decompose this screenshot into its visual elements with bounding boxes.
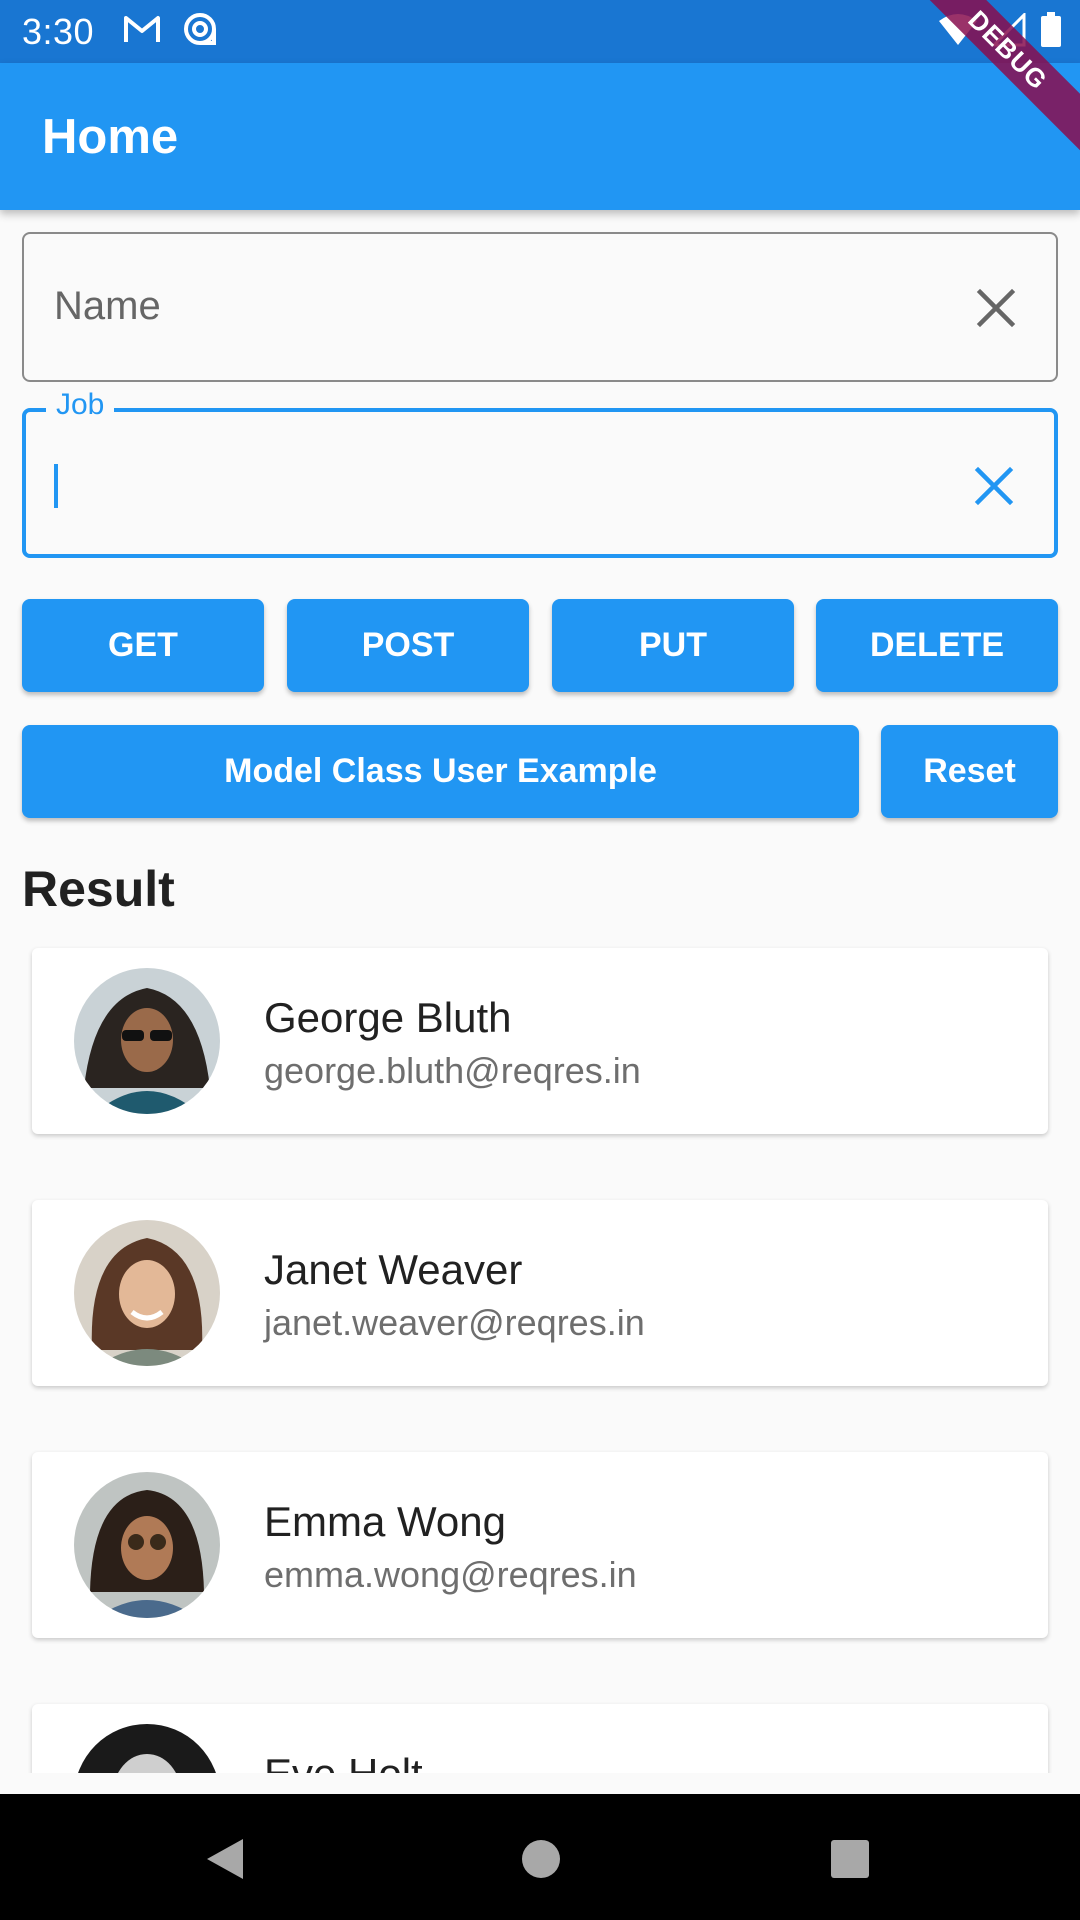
gmail-icon [122, 14, 162, 49]
app-bar: Home [0, 63, 1080, 210]
user-card-emma-wong[interactable]: Emma Wong emma.wong@reqres.in [32, 1452, 1048, 1638]
clear-name-icon[interactable] [974, 286, 1018, 330]
user-card-janet-weaver[interactable]: Janet Weaver janet.weaver@reqres.in [32, 1200, 1048, 1386]
avatar-janet-weaver [74, 1220, 220, 1366]
user-email: george.bluth@reqres.in [264, 1050, 641, 1091]
user-name: George Bluth [264, 994, 512, 1041]
back-icon[interactable] [205, 1837, 245, 1886]
user-name: Janet Weaver [264, 1246, 523, 1293]
put-button[interactable]: PUT [552, 599, 794, 692]
status-icons-left [122, 11, 218, 52]
model-class-user-example-button[interactable]: Model Class User Example [22, 725, 859, 818]
user-name: Emma Wong [264, 1498, 506, 1545]
app-title: Home [42, 110, 179, 164]
avatar-eve-holt [74, 1724, 220, 1773]
post-button[interactable]: POST [287, 599, 529, 692]
get-button[interactable]: GET [22, 599, 264, 692]
user-email: janet.weaver@reqres.in [264, 1302, 645, 1343]
screen: 3:30 DEBUG Home Name Job GET POST PUT DE… [0, 0, 1080, 1920]
status-bar: 3:30 [0, 0, 1080, 63]
sync-icon [182, 11, 218, 52]
user-card-george-bluth[interactable]: George Bluth george.bluth@reqres.in [32, 948, 1048, 1134]
delete-button[interactable]: DELETE [816, 599, 1058, 692]
reset-button[interactable]: Reset [881, 725, 1058, 818]
clear-job-icon[interactable] [972, 464, 1016, 508]
text-cursor [54, 464, 58, 508]
user-card-eve-holt[interactable]: Eve Holt [32, 1704, 1048, 1773]
status-time: 3:30 [22, 10, 95, 52]
result-heading: Result [22, 861, 175, 917]
user-email: emma.wong@reqres.in [264, 1554, 637, 1595]
user-list[interactable]: George Bluth george.bluth@reqres.in Jane… [0, 930, 1080, 1773]
nav-bar [0, 1794, 1080, 1920]
user-name: Eve Holt [264, 1750, 423, 1773]
job-field-label: Job [46, 388, 115, 422]
name-field-placeholder: Name [54, 284, 161, 328]
avatar-emma-wong [74, 1472, 220, 1618]
avatar-george-bluth [74, 968, 220, 1114]
home-icon[interactable] [521, 1837, 561, 1886]
battery-icon [1040, 12, 1062, 53]
name-field[interactable]: Name [22, 232, 1058, 382]
recents-icon[interactable] [830, 1837, 870, 1886]
job-field[interactable]: Job [22, 388, 1058, 558]
